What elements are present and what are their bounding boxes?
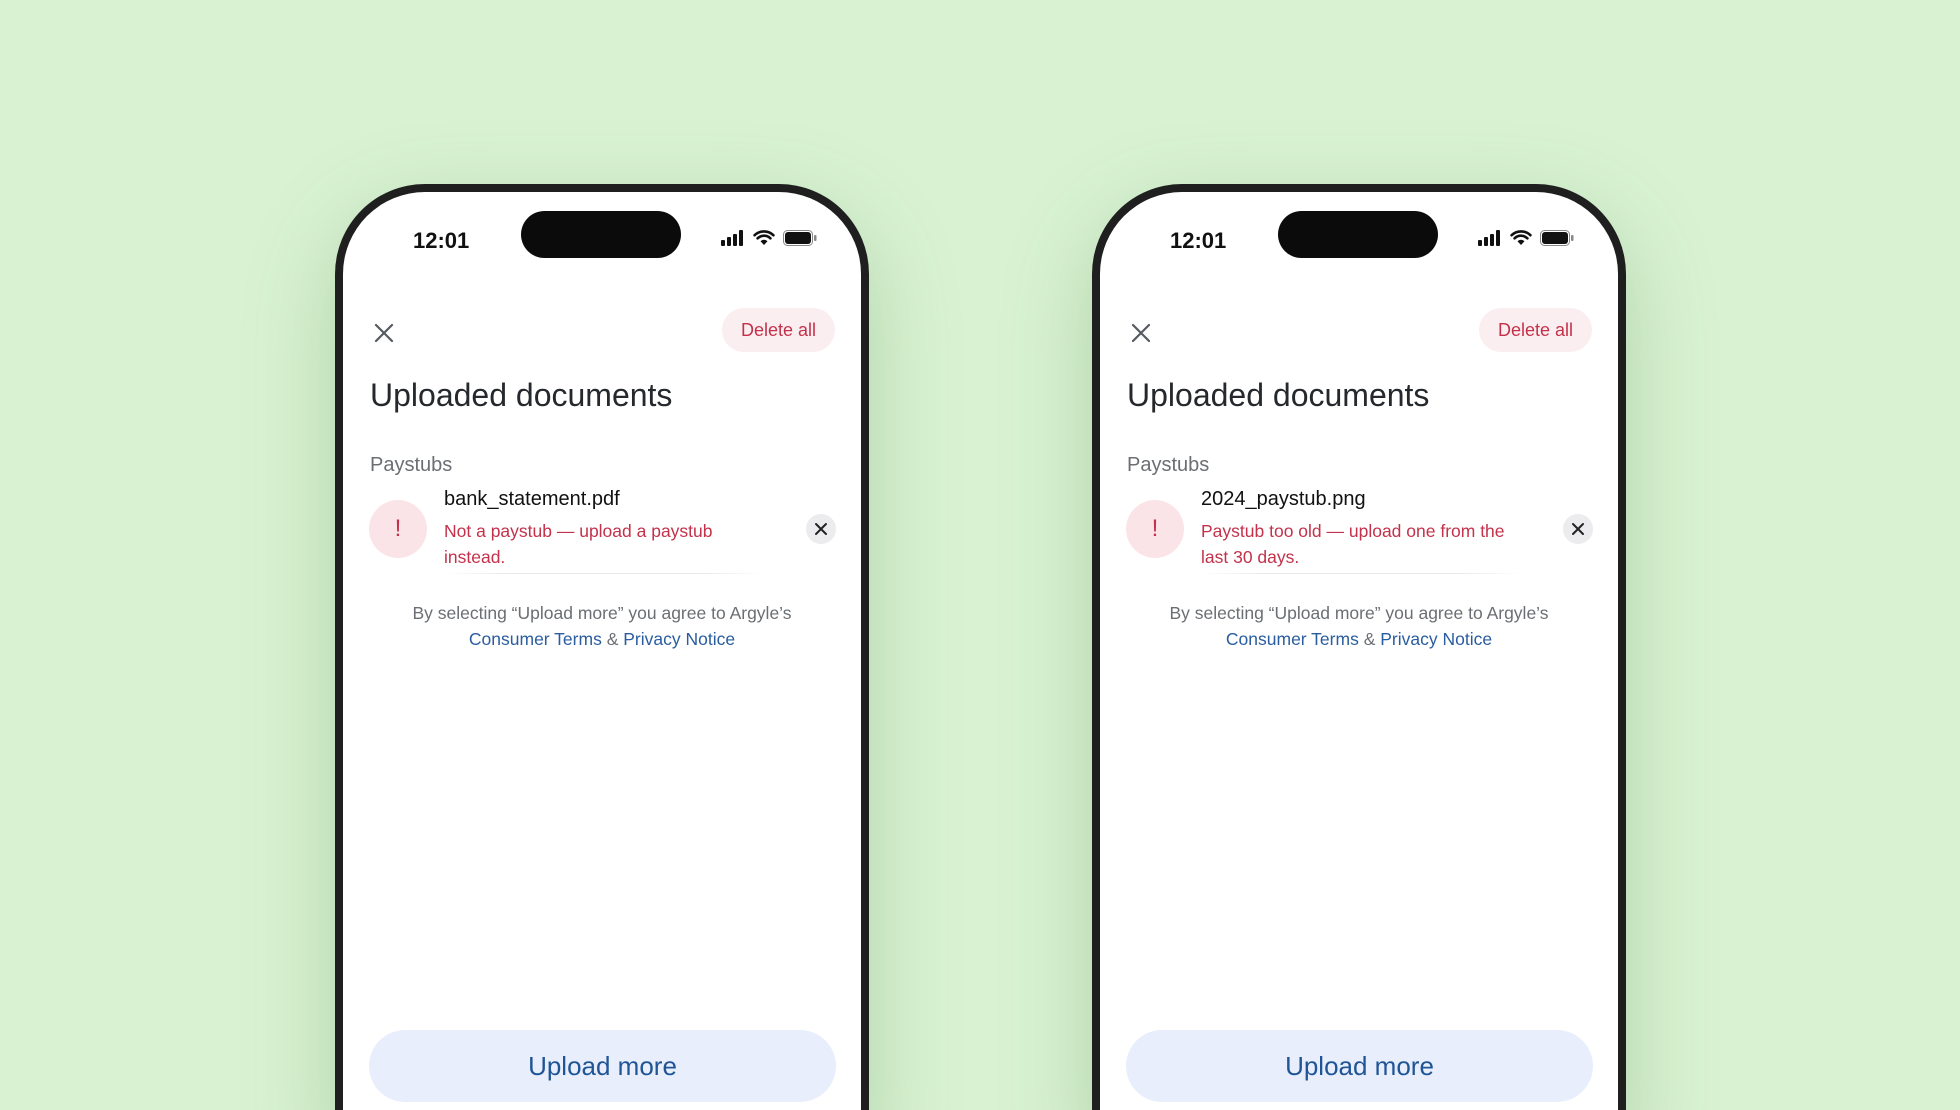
divider	[1201, 573, 1521, 574]
x-icon	[815, 523, 827, 535]
consumer-terms-link[interactable]: Consumer Terms	[1226, 629, 1359, 649]
consent-prefix: By selecting “Upload more” you agree to …	[1169, 603, 1549, 623]
wifi-icon	[1510, 230, 1532, 245]
status-time: 12:01	[413, 228, 470, 253]
upload-more-button[interactable]: Upload more	[1126, 1030, 1593, 1102]
wifi-icon	[753, 230, 775, 245]
status-icons	[721, 230, 817, 246]
phone-screen: 12:01 Delete all Uploaded documents Pays…	[1100, 192, 1618, 1110]
consent-text: By selecting “Upload more” you agree to …	[343, 600, 861, 652]
alert-icon: !	[369, 500, 427, 558]
document-item: ! bank_statement.pdf Not a paystub — upl…	[369, 488, 836, 570]
upload-more-button[interactable]: Upload more	[369, 1030, 836, 1102]
alert-icon: !	[1126, 500, 1184, 558]
page-title: Uploaded documents	[370, 377, 673, 413]
consumer-terms-link[interactable]: Consumer Terms	[469, 629, 602, 649]
delete-all-button[interactable]: Delete all	[721, 308, 835, 352]
document-name: 2024_paystub.png	[1201, 488, 1366, 510]
consent-and: &	[1358, 629, 1381, 649]
phone-left: 12:01 Delete all Uploaded documents Pays…	[335, 184, 869, 1110]
section-label: Paystubs	[1127, 454, 1210, 476]
close-button[interactable]	[1126, 318, 1156, 348]
consent-text: By selecting “Upload more” you agree to …	[1100, 600, 1618, 652]
signal-icon	[721, 230, 743, 246]
close-button[interactable]	[369, 318, 399, 348]
consent-prefix: By selecting “Upload more” you agree to …	[412, 603, 792, 623]
signal-icon	[1478, 230, 1500, 246]
document-name: bank_statement.pdf	[444, 488, 620, 510]
document-error: Paystub too old — upload one from the la…	[1201, 521, 1505, 567]
x-icon	[1572, 523, 1584, 535]
document-item: ! 2024_paystub.png Paystub too old — upl…	[1126, 488, 1593, 570]
phone-screen: 12:01 Delete all Uploaded documents Pays…	[343, 192, 861, 1110]
privacy-notice-link[interactable]: Privacy Notice	[1380, 629, 1492, 649]
page-title: Uploaded documents	[1127, 377, 1430, 413]
delete-all-button[interactable]: Delete all	[1478, 308, 1592, 352]
consent-and: &	[601, 629, 624, 649]
battery-icon	[783, 230, 817, 246]
document-error: Not a paystub — upload a paystub instead…	[444, 521, 713, 567]
section-label: Paystubs	[370, 454, 453, 476]
dynamic-island	[1278, 211, 1438, 258]
close-icon	[1131, 323, 1151, 343]
divider	[444, 573, 764, 574]
close-icon	[374, 323, 394, 343]
privacy-notice-link[interactable]: Privacy Notice	[623, 629, 735, 649]
battery-icon	[1540, 230, 1574, 246]
status-time: 12:01	[1170, 228, 1227, 253]
dynamic-island	[521, 211, 681, 258]
phone-right: 12:01 Delete all Uploaded documents Pays…	[1092, 184, 1626, 1110]
status-icons	[1478, 230, 1574, 246]
remove-document-button[interactable]	[1563, 514, 1593, 544]
remove-document-button[interactable]	[806, 514, 836, 544]
